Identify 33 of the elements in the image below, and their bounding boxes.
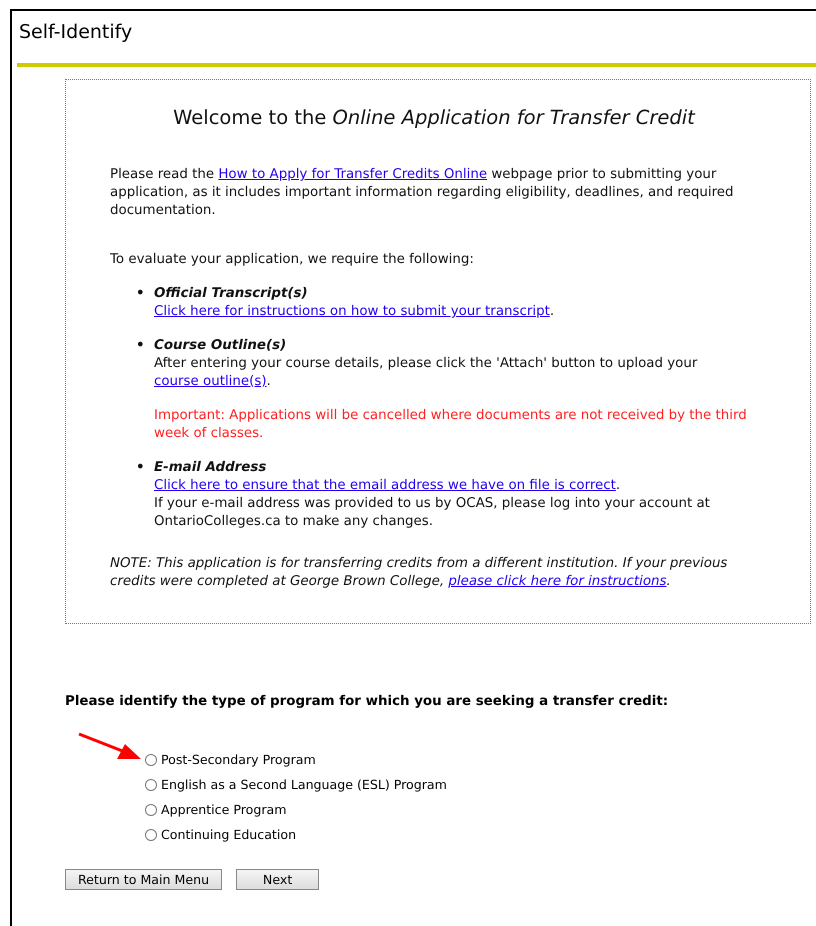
requirement-title: Official Transcript(s) bbox=[154, 285, 308, 303]
note-paragraph: NOTE: This application is for transferring credits from a different institution. If your previous credits were completed at George Brown College, please click here for instructions. bbox=[110, 555, 728, 591]
option-label: English as a Second Language (ESL) Program bbox=[161, 777, 447, 792]
requirement-title: Course Outline(s) bbox=[154, 337, 286, 355]
link[interactable]: Click here for instructions on how to submit your transcript bbox=[154, 304, 550, 319]
radio-button[interactable] bbox=[145, 778, 157, 790]
program-question: Please identify the type of program for which you are seeking a transfer credit: bbox=[65, 694, 670, 709]
requirement-title: E-mail Address bbox=[154, 459, 266, 477]
requirement-text: Click here to ensure that the email address we have on file is correct. bbox=[154, 477, 622, 495]
requirement-text: Click here for instructions on how to submit your transcript. bbox=[154, 303, 556, 321]
link[interactable]: course outline(s) bbox=[154, 374, 267, 389]
requirement-text: If your e-mail address was provided to us by OCAS, please log into your account at OntarioColleges.ca to make any changes. bbox=[154, 495, 711, 531]
annotation-arrow bbox=[77, 732, 141, 762]
option-label: Post-Secondary Program bbox=[161, 752, 316, 767]
radio-button[interactable] bbox=[145, 804, 157, 816]
warning-text: Important: Applications will be cancelled where documents are not received by the third week of classes. bbox=[154, 407, 748, 443]
option-label: Apprentice Program bbox=[161, 802, 286, 817]
option-label: Continuing Education bbox=[161, 827, 296, 842]
requirement-text: After entering your course details, please click the 'Attach' button to upload your course outline(s). bbox=[154, 355, 698, 391]
page-title: Self-Identify bbox=[18, 20, 134, 45]
next-button[interactable]: Next bbox=[236, 869, 320, 890]
bullet: • bbox=[136, 459, 144, 477]
requirements-intro: To evaluate your application, we require the following: bbox=[110, 251, 475, 269]
intro-paragraph: Please read the How to Apply for Transfer Credits Online webpage prior to submitting your application, as it includes important information regarding eligibility, deadlines, and required documentation. bbox=[110, 166, 735, 220]
bullet: • bbox=[136, 337, 144, 355]
return-button[interactable]: Return to Main Menu bbox=[65, 869, 222, 890]
radio-button[interactable] bbox=[145, 754, 157, 766]
welcome-heading: Welcome to the Online Application for Transfer Credit bbox=[172, 106, 696, 130]
link[interactable]: Click here to ensure that the email address we have on file is correct bbox=[154, 478, 616, 493]
link[interactable]: please click here for instructions bbox=[448, 574, 666, 589]
bullet: • bbox=[136, 285, 144, 303]
radio-button[interactable] bbox=[145, 828, 157, 840]
link[interactable]: How to Apply for Transfer Credits Online bbox=[218, 167, 488, 182]
